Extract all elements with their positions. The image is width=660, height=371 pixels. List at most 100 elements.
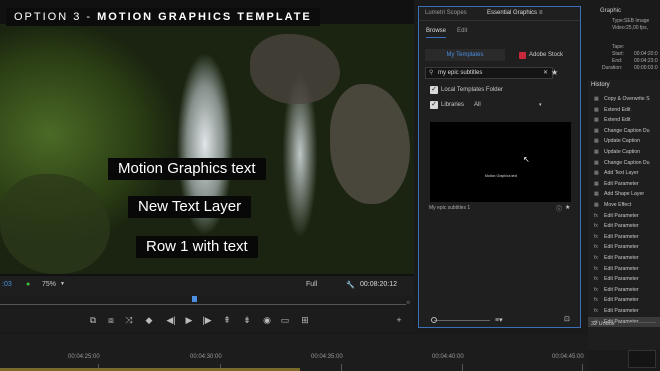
history-item[interactable]: fx Edit Parameter	[588, 221, 660, 232]
tab-edit[interactable]: Edit	[457, 28, 467, 34]
fx-icon: fx	[594, 233, 598, 240]
history-item[interactable]: ▦ Extend Edit	[588, 115, 660, 126]
metadata-label: Duration:	[602, 65, 623, 71]
safe-margins-icon[interactable]: ⊞	[300, 315, 310, 325]
star-icon[interactable]: ★	[551, 68, 558, 77]
action-icon: ▦	[594, 202, 599, 208]
cursor-icon: ↖	[523, 155, 530, 164]
template-search-field[interactable]: ⚲ my epic subtitles ✕	[425, 67, 553, 79]
step-back-icon[interactable]: ◀|	[166, 315, 176, 325]
metadata-header: Graphic	[600, 8, 622, 14]
tab-lumetri-scopes[interactable]: Lumetri Scopes	[425, 10, 467, 16]
history-item-label: Add Text Layer	[604, 170, 639, 177]
history-item-label: Edit Parameter	[604, 276, 639, 283]
monitor-controls: :03 ● 75% ▼ Full 🔧 00:08:20:12	[0, 276, 414, 296]
libraries-label: Libraries	[441, 102, 465, 108]
history-item[interactable]: ▦ Extend Edit	[588, 105, 660, 116]
fx-icon: fx	[594, 308, 598, 314]
history-item[interactable]: ▦ Update Caption	[588, 147, 660, 158]
history-item[interactable]: fx Edit Parameter	[588, 264, 660, 275]
panel-menu-icon[interactable]: ≡	[539, 10, 543, 16]
history-item-label: Edit Parameter	[604, 255, 639, 261]
history-item-label: Add Shape Layer	[604, 191, 645, 198]
status-dot-icon: ●	[26, 281, 31, 288]
monitor-icon[interactable]: ▭	[280, 315, 290, 325]
metadata-label: Start:	[612, 51, 624, 57]
local-templates-checkbox[interactable]: ✓	[430, 86, 438, 94]
metadata-label: End:	[612, 58, 623, 64]
action-icon: ▦	[594, 159, 599, 166]
history-divider	[628, 322, 656, 323]
history-item[interactable]: ▦ Copy & Overwrite S	[588, 94, 660, 105]
insert-icon[interactable]: ⧉	[88, 315, 98, 325]
quality-select[interactable]: Full	[306, 281, 317, 288]
star-icon[interactable]: ★	[565, 204, 570, 211]
play-icon[interactable]: ▶	[184, 315, 194, 325]
add-button-icon[interactable]: +	[394, 315, 404, 325]
history-item-label: Update Caption	[604, 149, 641, 155]
lift-icon[interactable]: ⇞	[222, 315, 232, 325]
history-item[interactable]: fx Edit Parameter	[588, 242, 660, 253]
rock-shape	[250, 34, 340, 104]
clear-search-icon[interactable]: ✕	[543, 69, 548, 76]
history-item[interactable]: ▦ Move Effect	[588, 200, 660, 211]
wrench-icon[interactable]: 🔧	[346, 281, 355, 289]
history-item[interactable]: ▦ Add Shape Layer	[588, 189, 660, 200]
timeline-corner-box	[628, 350, 656, 368]
action-icon: ▦	[594, 96, 599, 102]
action-icon: ▦	[594, 138, 599, 145]
history-item[interactable]: fx Edit Parameter	[588, 253, 660, 264]
action-icon: ▦	[594, 180, 599, 187]
slider-handle[interactable]	[431, 317, 437, 323]
transport-controls: ⧉ ⧈ ⤨ ◆ ◀| ▶ |▶ ⇞ ⇟ ◉ ▭ ⊞ +	[0, 310, 414, 332]
marker-icon[interactable]: ◆	[144, 315, 154, 325]
history-item[interactable]: ▦ Update Caption	[588, 136, 660, 147]
search-input[interactable]: my epic subtitles	[438, 70, 482, 76]
fx-icon: fx	[594, 223, 598, 230]
essential-graphics-panel: Lumetri Scopes Essential Graphics ≡ Brow…	[418, 6, 581, 328]
extract-icon[interactable]: ⇟	[242, 315, 252, 325]
history-item[interactable]: fx Edit Parameter	[588, 232, 660, 243]
zoom-select[interactable]: 75%	[42, 281, 56, 288]
camera-icon[interactable]: ◉	[262, 315, 272, 325]
action-icon: ▦	[594, 106, 599, 113]
libraries-select[interactable]: All	[474, 102, 481, 108]
step-forward-icon[interactable]: |▶	[202, 315, 212, 325]
playhead-marker[interactable]	[192, 296, 197, 302]
history-item[interactable]: fx Edit Parameter	[588, 211, 660, 222]
fx-icon: fx	[594, 212, 598, 219]
timeline-tick	[341, 364, 342, 371]
timecode-left: :03	[2, 281, 12, 288]
my-templates-button[interactable]: My Templates	[425, 49, 505, 61]
libraries-checkbox[interactable]: ✓	[430, 101, 438, 109]
history-item[interactable]: fx Edit Parameter	[588, 306, 660, 317]
overwrite-icon[interactable]: ⧈	[106, 315, 116, 325]
trim-icon[interactable]: ⤨	[124, 315, 134, 325]
chevron-down-icon: ▼	[60, 281, 65, 287]
history-item[interactable]: ▦ Change Caption Du	[588, 158, 660, 169]
tab-browse[interactable]: Browse	[426, 28, 446, 34]
undo-count: 32 Undos	[591, 321, 615, 327]
video-frame: Motion Graphics text New Text Layer Row …	[0, 24, 414, 274]
thumbnail-size-slider[interactable]	[431, 317, 490, 323]
info-icon[interactable]: ⓘ	[556, 204, 562, 213]
history-item-label: Edit Parameter	[604, 244, 639, 251]
history-item[interactable]: ▦ Change Caption Du	[588, 126, 660, 137]
history-item[interactable]: ▦ Edit Parameter	[588, 179, 660, 190]
history-item[interactable]: fx Edit Parameter	[588, 285, 660, 296]
monitor-scrubber[interactable]: ○	[0, 296, 414, 310]
preview-text: Motion Graphics text	[485, 174, 518, 178]
timeline-tick-label: 00:04:25:00	[68, 354, 100, 360]
adobe-stock-button[interactable]: Adobe Stock	[529, 49, 569, 61]
template-preview[interactable]: Motion Graphics text ↖	[430, 122, 571, 202]
history-item[interactable]: fx Edit Parameter	[588, 274, 660, 285]
history-item[interactable]: ▦ Add Text Layer	[588, 168, 660, 179]
new-item-icon[interactable]: ⊡	[564, 315, 570, 323]
history-item[interactable]: fx Edit Parameter	[588, 295, 660, 306]
timeline-ruler[interactable]: 00:04:25:00 00:04:30:00 00:04:35:00 00:0…	[0, 334, 588, 371]
tab-essential-graphics[interactable]: Essential Graphics	[487, 10, 537, 16]
history-item-label: Edit Parameter	[604, 286, 639, 293]
action-icon: ▦	[594, 127, 599, 134]
chevron-down-icon[interactable]: ▾	[539, 102, 542, 108]
sort-icon[interactable]: ≡▾	[495, 316, 503, 324]
